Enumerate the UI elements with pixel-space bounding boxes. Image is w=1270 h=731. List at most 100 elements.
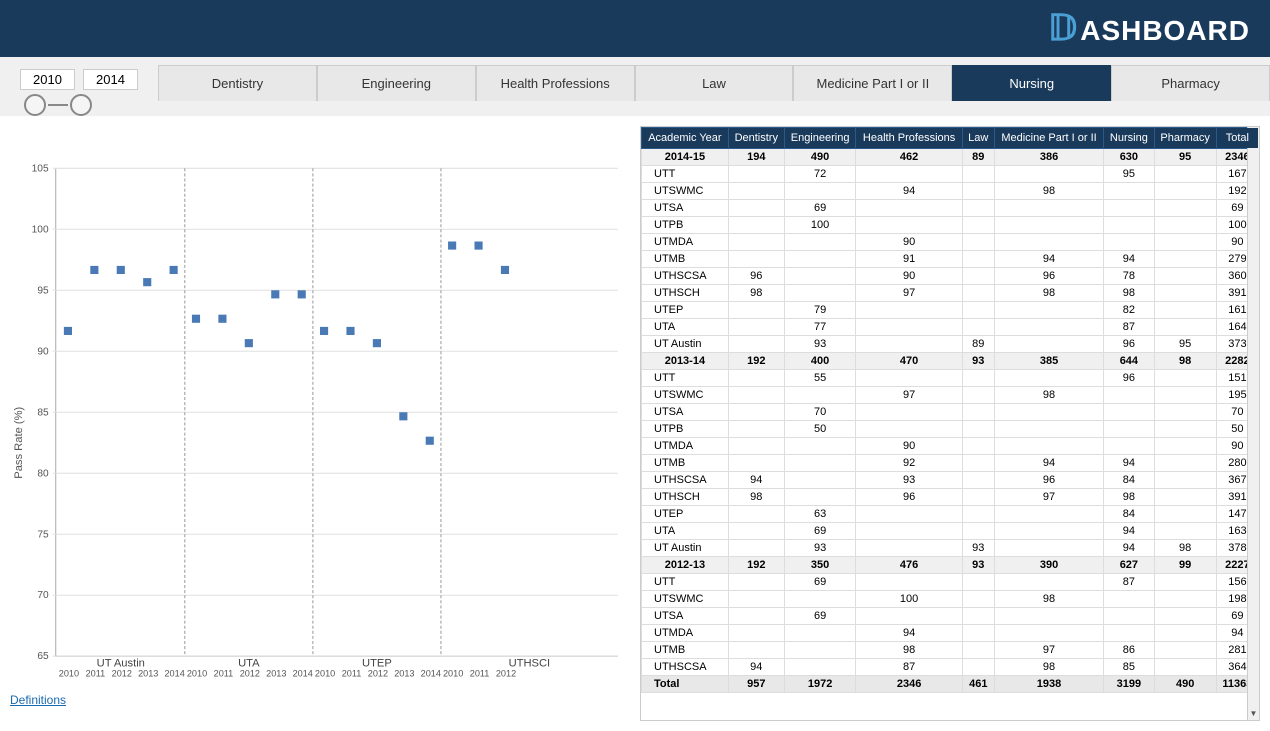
table-cell (856, 523, 962, 540)
table-cell: 50 (784, 421, 856, 438)
tab-engineering[interactable]: Engineering (317, 65, 476, 101)
table-cell (856, 370, 962, 387)
scroll-down-arrow[interactable]: ▼ (1250, 709, 1258, 718)
table-row: UTT6987156 (642, 574, 1259, 591)
table-cell (1154, 268, 1216, 285)
table-cell (1154, 404, 1216, 421)
slider-handle-right[interactable] (70, 94, 92, 116)
x-label-utaustin-2012: 2012 (112, 669, 132, 679)
end-year-input[interactable] (83, 69, 138, 90)
table-cell: UTHSCH (642, 285, 729, 302)
table-cell: UTSA (642, 200, 729, 217)
table-cell (962, 251, 994, 268)
table-cell (728, 574, 784, 591)
tab-medicine[interactable]: Medicine Part I or II (793, 65, 952, 101)
table-cell: 96 (728, 268, 784, 285)
table-cell: 192 (728, 353, 784, 370)
table-cell (1154, 421, 1216, 438)
table-cell (784, 642, 856, 659)
table-cell (728, 540, 784, 557)
table-cell (784, 472, 856, 489)
table-cell (962, 659, 994, 676)
table-cell: UTEP (642, 506, 729, 523)
table-cell: 97 (856, 285, 962, 302)
table-cell (994, 319, 1103, 336)
table-cell: 69 (784, 200, 856, 217)
tab-law[interactable]: Law (635, 65, 794, 101)
table-cell: 87 (1104, 319, 1154, 336)
definitions-link[interactable]: Definitions (10, 693, 66, 707)
tab-dentistry[interactable]: Dentistry (158, 65, 317, 101)
table-cell (1154, 234, 1216, 251)
start-year-input[interactable] (20, 69, 75, 90)
table-cell: UTSA (642, 404, 729, 421)
table-cell (994, 200, 1103, 217)
page-header: 𝔻 ASHBOARD (0, 0, 1270, 57)
table-cell: 98 (994, 183, 1103, 200)
table-cell: UTPB (642, 217, 729, 234)
table-cell (728, 387, 784, 404)
y-label-95: 95 (37, 285, 49, 296)
table-cell (856, 421, 962, 438)
table-cell (784, 387, 856, 404)
table-cell: 95 (1154, 336, 1216, 353)
table-cell (784, 591, 856, 608)
table-cell (1154, 387, 1216, 404)
table-row: UTSWMC10098198 (642, 591, 1259, 608)
slider-handle-left[interactable] (24, 94, 46, 116)
table-total-cell: 1938 (994, 676, 1103, 693)
table-cell (856, 217, 962, 234)
table-cell (728, 166, 784, 183)
table-cell: 390 (994, 557, 1103, 574)
tab-nursing[interactable]: Nursing (952, 65, 1111, 101)
table-cell (1104, 421, 1154, 438)
table-total-cell: 461 (962, 676, 994, 693)
table-row: UTSA7070 (642, 404, 1259, 421)
table-cell: 93 (784, 336, 856, 353)
y-axis-label: Pass Rate (%) (13, 406, 25, 478)
table-row: UTT5596151 (642, 370, 1259, 387)
table-cell: UTSWMC (642, 591, 729, 608)
table-cell (728, 302, 784, 319)
tab-pharmacy[interactable]: Pharmacy (1111, 65, 1270, 101)
table-cell: 627 (1104, 557, 1154, 574)
table-section: Academic Year Dentistry Engineering Heal… (640, 126, 1260, 721)
table-cell (962, 591, 994, 608)
table-cell: 100 (856, 591, 962, 608)
table-cell (994, 336, 1103, 353)
table-cell: 63 (784, 506, 856, 523)
dp-uthsci-2012 (501, 266, 509, 274)
table-cell: 87 (1104, 574, 1154, 591)
table-cell (784, 268, 856, 285)
tab-health-professions[interactable]: Health Professions (476, 65, 635, 101)
x-label-uthsci-2012: 2012 (496, 669, 516, 679)
table-cell (856, 166, 962, 183)
dp-utaustin-2010 (64, 327, 72, 335)
table-cell: 93 (962, 540, 994, 557)
table-cell: 400 (784, 353, 856, 370)
chart-section: Pass Rate (%) 65 70 75 (10, 126, 630, 721)
table-total-cell: 3199 (1104, 676, 1154, 693)
x-label-uthsci-2010: 2010 (443, 669, 463, 679)
table-cell (962, 387, 994, 404)
table-cell (1154, 455, 1216, 472)
table-cell: 94 (856, 183, 962, 200)
table-cell: UTHSCSA (642, 268, 729, 285)
table-cell (1154, 608, 1216, 625)
table-cell: 85 (1104, 659, 1154, 676)
dp-uta-2014 (298, 290, 306, 298)
dp-utep-2014 (426, 437, 434, 445)
table-cell: 350 (784, 557, 856, 574)
table-body: 2014-1519449046289386630952346UTT7295167… (642, 149, 1259, 693)
chart-svg: Pass Rate (%) 65 70 75 (10, 134, 630, 721)
x-label-utaustin-2014: 2014 (164, 669, 184, 679)
table-cell: 78 (1104, 268, 1154, 285)
table-container[interactable]: Academic Year Dentistry Engineering Heal… (641, 127, 1259, 720)
table-cell: 97 (994, 489, 1103, 506)
table-cell: 94 (1104, 523, 1154, 540)
dp-uta-2011 (218, 315, 226, 323)
table-cell: UTMB (642, 251, 729, 268)
table-cell: 2014-15 (642, 149, 729, 166)
x-label-utep-2012: 2012 (368, 669, 388, 679)
table-cell: 90 (856, 438, 962, 455)
